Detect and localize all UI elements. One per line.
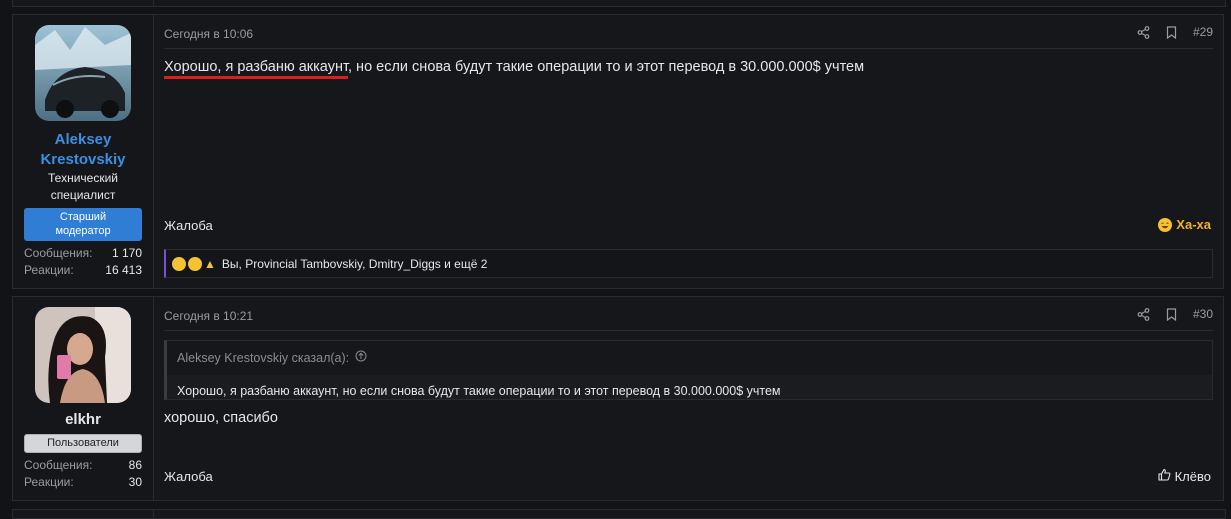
laugh-emoji-icon xyxy=(172,256,186,271)
user-banner: Пользователи xyxy=(24,434,142,453)
post-number[interactable]: #30 xyxy=(1193,307,1213,321)
reactions-text[interactable]: Вы, Provincial Tambovskiy, Dmitry_Diggs … xyxy=(222,257,488,271)
arrow-up-circle-icon[interactable] xyxy=(355,350,367,365)
stat-messages: Сообщения: 86 xyxy=(24,458,142,472)
previous-post-stub xyxy=(12,0,1226,7)
quote-text: Хорошо, я разбаню аккаунт, но если снова… xyxy=(167,375,1212,399)
avatar[interactable] xyxy=(35,307,131,403)
thumbs-up-icon xyxy=(1158,468,1171,484)
bookmark-icon[interactable] xyxy=(1166,307,1177,321)
like-label: Клёво xyxy=(1174,468,1211,484)
report-link[interactable]: Жалоба xyxy=(164,469,213,484)
next-post-stub xyxy=(12,509,1226,519)
message-rest: , но если снова будут такие операции то … xyxy=(348,59,865,75)
quote-author[interactable]: Aleksey Krestovskiy сказал(а): xyxy=(177,351,349,365)
stat-reactions: Реакции: 30 xyxy=(24,475,142,489)
user-title-line2: специалист xyxy=(50,188,116,202)
thumbs-up-icon: ▲ xyxy=(204,256,216,271)
reactions-bar[interactable]: ▲ Вы, Provincial Tambovskiy, Dmitry_Digg… xyxy=(164,249,1213,278)
stat-messages: Сообщения: 1 170 xyxy=(24,246,142,260)
report-link[interactable]: Жалоба xyxy=(164,218,213,233)
post-message: хорошо, спасибо xyxy=(164,410,278,426)
avatar[interactable] xyxy=(35,25,131,121)
quote-header[interactable]: Aleksey Krestovskiy сказал(а): xyxy=(177,350,367,365)
quote-block: Aleksey Krestovskiy сказал(а): Хорошо, я… xyxy=(164,340,1213,400)
user-title-line1: Технический xyxy=(48,171,118,185)
user-title: Технический специалист xyxy=(13,170,153,204)
post-header-divider xyxy=(164,330,1213,331)
post-actions: #30 xyxy=(1137,307,1213,321)
post-30: elkhr Пользователи Сообщения: 86 Реакции:… xyxy=(12,296,1224,501)
laugh-emoji-icon xyxy=(1158,217,1173,232)
username[interactable]: Aleksey Krestovskiy xyxy=(13,130,153,170)
post-29: Aleksey Krestovskiy Технический специали… xyxy=(12,14,1224,289)
username-text[interactable]: Aleksey Krestovskiy xyxy=(40,131,125,168)
like-button[interactable]: Клёво xyxy=(1158,468,1211,484)
username[interactable]: elkhr xyxy=(13,411,153,428)
stat-reactions: Реакции: 16 413 xyxy=(24,263,142,277)
share-icon[interactable] xyxy=(1137,25,1150,39)
post-actions: #29 xyxy=(1137,25,1213,39)
post-header-divider xyxy=(164,48,1213,49)
user-banner: Старший модератор xyxy=(24,208,142,241)
reaction-button[interactable]: Ха-ха xyxy=(1158,217,1211,232)
message-underlined: Хорошо, я разбаню аккаунт xyxy=(164,59,348,79)
username-text[interactable]: elkhr xyxy=(65,411,101,428)
post-date[interactable]: Сегодня в 10:21 xyxy=(164,309,253,323)
bookmark-icon[interactable] xyxy=(1166,25,1177,39)
user-panel: Aleksey Krestovskiy Технический специали… xyxy=(13,15,154,288)
share-icon[interactable] xyxy=(1137,307,1150,321)
surprised-emoji-icon xyxy=(188,256,202,271)
user-panel: elkhr Пользователи Сообщения: 86 Реакции:… xyxy=(13,297,154,500)
post-date[interactable]: Сегодня в 10:06 xyxy=(164,27,253,41)
post-message: Хорошо, я разбаню аккаунт, но если снова… xyxy=(164,59,865,79)
post-number[interactable]: #29 xyxy=(1193,25,1213,39)
reaction-label: Ха-ха xyxy=(1176,217,1211,232)
